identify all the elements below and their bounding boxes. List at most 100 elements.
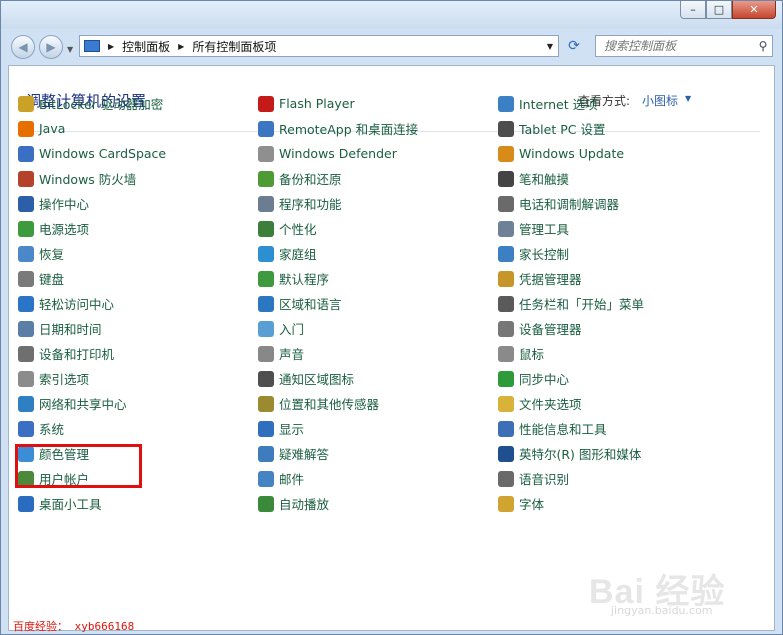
control-panel-item-label: Java xyxy=(39,121,66,136)
window-controls: – □ ✕ xyxy=(680,1,776,19)
control-panel-item[interactable]: 英特尔(R) 图形和媒体 xyxy=(498,441,738,466)
control-panel-item-label: Windows 防火墙 xyxy=(39,172,137,187)
control-panel-item[interactable]: 入门 xyxy=(258,316,498,341)
address-dropdown-icon[interactable]: ▼ xyxy=(547,42,553,51)
control-panel-item[interactable]: 自动播放 xyxy=(258,491,498,516)
search-input[interactable] xyxy=(602,38,754,54)
control-panel-item-label: 管理工具 xyxy=(519,222,570,237)
breadcrumb-all-items[interactable]: 所有控制面板项 xyxy=(192,38,276,55)
control-panel-item-label: 字体 xyxy=(519,497,545,512)
control-panel-item-label: 入门 xyxy=(279,322,305,337)
fonts-icon xyxy=(498,495,514,512)
control-panel-item[interactable]: 家庭组 xyxy=(258,241,498,266)
control-panel-item[interactable]: 凭据管理器 xyxy=(498,266,738,291)
control-panel-item[interactable]: 同步中心 xyxy=(498,366,738,391)
control-panel-item[interactable]: RemoteApp 和桌面连接 xyxy=(258,116,498,141)
control-panel-item[interactable]: Flash Player xyxy=(258,91,498,116)
homegroup-icon xyxy=(258,245,274,262)
control-panel-item[interactable]: 显示 xyxy=(258,416,498,441)
control-panel-item[interactable]: BitLocker 驱动器加密 xyxy=(18,91,258,116)
control-panel-item[interactable]: Internet 选项 xyxy=(498,91,738,116)
control-panel-item-label: 声音 xyxy=(279,347,305,362)
getting-started-icon xyxy=(258,320,274,337)
color-management-icon xyxy=(18,445,34,462)
control-panel-item[interactable]: Windows CardSpace xyxy=(18,141,258,166)
breadcrumb-control-panel[interactable]: 控制面板 xyxy=(122,38,170,55)
control-panel-item[interactable]: 操作中心 xyxy=(18,191,258,216)
control-panel-item[interactable]: 备份和还原 xyxy=(258,166,498,191)
title-bar[interactable]: – □ ✕ xyxy=(1,1,782,29)
breadcrumb-separator-icon[interactable]: ▶ xyxy=(108,42,114,51)
forward-button[interactable]: ▶ xyxy=(39,35,63,59)
control-panel-item-label: 位置和其他传感器 xyxy=(279,397,380,412)
keyboard-icon xyxy=(18,270,34,287)
close-button[interactable]: ✕ xyxy=(732,1,776,19)
control-panel-item[interactable]: 程序和功能 xyxy=(258,191,498,216)
control-panel-item[interactable]: 任务栏和「开始」菜单 xyxy=(498,291,738,316)
control-panel-item[interactable]: 电话和调制解调器 xyxy=(498,191,738,216)
control-panel-item[interactable]: 轻松访问中心 xyxy=(18,291,258,316)
control-panel-item[interactable]: 索引选项 xyxy=(18,366,258,391)
control-panel-item[interactable]: 笔和触摸 xyxy=(498,166,738,191)
control-panel-item[interactable]: 鼠标 xyxy=(498,341,738,366)
control-panel-item[interactable]: 语音识别 xyxy=(498,466,738,491)
control-panel-item-label: RemoteApp 和桌面连接 xyxy=(279,122,419,137)
control-panel-item[interactable]: 疑难解答 xyxy=(258,441,498,466)
control-panel-item-label: 英特尔(R) 图形和媒体 xyxy=(519,447,642,462)
refresh-button[interactable]: ⟳ xyxy=(563,35,585,57)
phone-modem-icon xyxy=(498,195,514,212)
backup-icon xyxy=(258,170,274,187)
control-panel-item[interactable]: 网络和共享中心 xyxy=(18,391,258,416)
control-panel-item[interactable]: 区域和语言 xyxy=(258,291,498,316)
control-panel-item[interactable]: Java xyxy=(18,116,258,141)
search-icon[interactable]: ⚲ xyxy=(754,39,772,53)
user-accounts-icon xyxy=(18,470,34,487)
control-panel-item[interactable]: 个性化 xyxy=(258,216,498,241)
speaker-icon xyxy=(258,345,274,362)
control-panel-item[interactable]: 设备和打印机 xyxy=(18,341,258,366)
control-panel-item[interactable]: Windows Defender xyxy=(258,141,498,166)
control-panel-item[interactable]: 位置和其他传感器 xyxy=(258,391,498,416)
recent-pages-dropdown[interactable]: ▼ xyxy=(67,45,73,54)
control-panel-item[interactable]: 邮件 xyxy=(258,466,498,491)
back-button[interactable]: ◀ xyxy=(11,35,35,59)
address-bar[interactable]: ▶ 控制面板 ▶ 所有控制面板项 ▼ xyxy=(79,35,559,57)
control-panel-item-label: 任务栏和「开始」菜单 xyxy=(519,297,645,312)
sensors-icon xyxy=(258,395,274,412)
control-panel-item[interactable]: Windows 防火墙 xyxy=(18,166,258,191)
minimize-button[interactable]: – xyxy=(680,1,706,19)
search-box[interactable]: ⚲ xyxy=(595,35,773,57)
control-panel-item[interactable]: 颜色管理 xyxy=(18,441,258,466)
control-panel-item[interactable]: 文件夹选项 xyxy=(498,391,738,416)
control-panel-item-label: 颜色管理 xyxy=(39,447,90,462)
control-panel-item[interactable]: 键盘 xyxy=(18,266,258,291)
network-icon xyxy=(18,395,34,412)
globe-icon xyxy=(258,295,274,312)
control-panel-item[interactable]: 声音 xyxy=(258,341,498,366)
control-panel-item[interactable]: 桌面小工具 xyxy=(18,491,258,516)
control-panel-item[interactable]: 用户帐户 xyxy=(18,466,258,491)
control-panel-item[interactable]: 通知区域图标 xyxy=(258,366,498,391)
control-panel-item[interactable]: 电源选项 xyxy=(18,216,258,241)
control-panel-item-label: 默认程序 xyxy=(279,272,330,287)
control-panel-item-label: 区域和语言 xyxy=(279,297,342,312)
control-panel-item[interactable]: 恢复 xyxy=(18,241,258,266)
control-panel-item[interactable]: 性能信息和工具 xyxy=(498,416,738,441)
control-panel-item[interactable]: Windows Update xyxy=(498,141,738,166)
control-panel-item[interactable]: 管理工具 xyxy=(498,216,738,241)
control-panel-item[interactable]: 默认程序 xyxy=(258,266,498,291)
remoteapp-icon xyxy=(258,120,274,137)
control-panel-item[interactable]: 日期和时间 xyxy=(18,316,258,341)
control-panel-item-label: Tablet PC 设置 xyxy=(519,122,606,137)
control-panel-item[interactable]: 家长控制 xyxy=(498,241,738,266)
maximize-button[interactable]: □ xyxy=(706,1,732,19)
troubleshooting-icon xyxy=(258,445,274,462)
control-panel-item[interactable]: 设备管理器 xyxy=(498,316,738,341)
control-panel-item-label: 索引选项 xyxy=(39,372,90,387)
control-panel-item[interactable]: 系统 xyxy=(18,416,258,441)
mouse-icon xyxy=(498,345,514,362)
control-panel-item-label: 疑难解答 xyxy=(279,447,330,462)
breadcrumb-separator-icon[interactable]: ▶ xyxy=(178,42,184,51)
control-panel-item[interactable]: Tablet PC 设置 xyxy=(498,116,738,141)
control-panel-item[interactable]: 字体 xyxy=(498,491,738,516)
